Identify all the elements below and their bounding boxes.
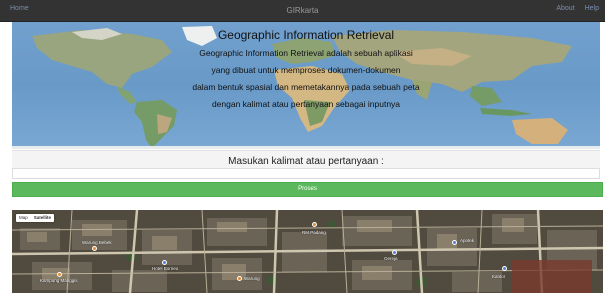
poi-label: Hotel Borneo xyxy=(152,266,179,271)
poi-pin[interactable] xyxy=(162,260,167,265)
hero-line: Geographic Information Retrieval adalah … xyxy=(199,48,413,58)
hero-line: yang dibuat untuk memproses dokumen-doku… xyxy=(211,65,401,75)
poi-pin[interactable] xyxy=(57,272,62,277)
hero-title: Geographic Information Retrieval xyxy=(217,28,395,42)
query-label: Masukan kalimat atau pertanyaan : xyxy=(228,156,384,167)
nav-right-links: About Help xyxy=(548,5,599,12)
poi-label: Kampung Manggis xyxy=(40,278,78,283)
poi-pin[interactable] xyxy=(392,250,397,255)
poi-label: Warung Bebek xyxy=(82,240,112,245)
hero-line: dalam bentuk spasial dan memetakannya pa… xyxy=(192,82,420,92)
poi-pin[interactable] xyxy=(92,246,97,251)
poi-pin[interactable] xyxy=(237,276,242,281)
poi-pin[interactable] xyxy=(312,222,317,227)
satellite-map[interactable]: Map Satellite Warung Bebek Hotel Borneo … xyxy=(12,210,603,293)
poi-pin[interactable] xyxy=(452,240,457,245)
map-type-toggle[interactable]: Map Satellite xyxy=(16,214,55,222)
query-input[interactable] xyxy=(12,168,600,179)
app-title[interactable]: GIRkarta xyxy=(0,6,605,15)
hero-line: dengan kalimat atau pertanyaan sebagai i… xyxy=(211,99,401,109)
poi-label: Apotek xyxy=(460,238,475,243)
hero-banner: Geographic Information Retrieval Geograp… xyxy=(12,22,600,149)
poi-label: Warung xyxy=(244,276,260,281)
map-type-option[interactable]: Map xyxy=(16,214,31,222)
poi-label: RM Padang xyxy=(302,230,326,235)
poi-label: Kantor xyxy=(492,274,506,279)
top-navbar: Home GIRkarta About Help xyxy=(0,0,605,22)
proses-button[interactable]: Proses xyxy=(12,182,603,197)
satellite-imagery xyxy=(12,210,603,293)
satellite-type-option[interactable]: Satellite xyxy=(31,214,54,222)
poi-pin[interactable] xyxy=(502,266,507,271)
poi-label: Gereja xyxy=(384,256,398,261)
nav-about-link[interactable]: About xyxy=(556,5,574,12)
nav-help-link[interactable]: Help xyxy=(585,5,599,12)
hero-text: Geographic Information Retrieval Geograp… xyxy=(12,28,600,117)
